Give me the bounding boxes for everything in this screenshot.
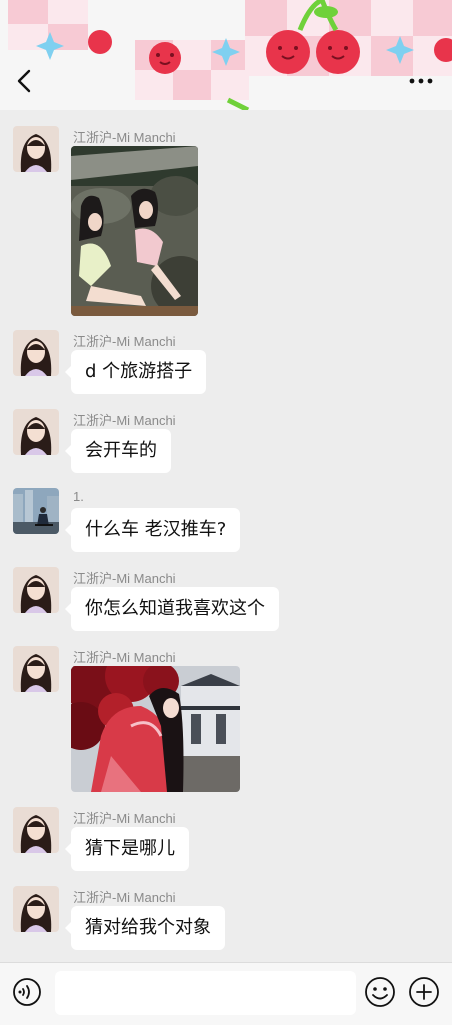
avatar[interactable] — [13, 409, 59, 455]
sender-name: 江浙沪-Mi Manchi — [73, 334, 176, 349]
image-message[interactable] — [71, 666, 240, 792]
girl-avatar-icon — [13, 126, 59, 172]
avatar[interactable] — [13, 126, 59, 172]
avatar[interactable] — [13, 330, 59, 376]
avatar[interactable] — [13, 807, 59, 853]
girl-avatar-icon — [13, 567, 59, 613]
photo-girl-in-hanfu — [71, 666, 240, 792]
avatar[interactable] — [13, 646, 59, 692]
text-bubble[interactable]: 猜对给我个对象 — [65, 906, 225, 950]
sender-name: 江浙沪-Mi Manchi — [73, 413, 176, 428]
sender-name: 江浙沪-Mi Manchi — [73, 811, 176, 826]
girl-avatar-icon — [13, 886, 59, 932]
girl-avatar-icon — [13, 807, 59, 853]
text-bubble[interactable]: 什么车 老汉推车? — [64, 508, 241, 552]
chevron-left-icon[interactable] — [12, 66, 38, 96]
text-bubble[interactable]: 你怎么知道我喜欢这个 — [65, 587, 279, 631]
text-bubble[interactable]: d 个旅游搭子 — [64, 350, 207, 394]
girl-avatar-icon — [13, 330, 59, 376]
sender-name: 江浙沪-Mi Manchi — [73, 650, 176, 665]
girl-avatar-icon — [13, 409, 59, 455]
text-bubble[interactable]: 猜下是哪儿 — [65, 827, 189, 871]
image-message[interactable] — [71, 146, 198, 316]
plus-icon[interactable] — [408, 976, 440, 1008]
voice-icon[interactable] — [12, 977, 42, 1007]
chat-message-list[interactable]: 江浙沪-Mi Manchi 江浙沪-Mi Manchi d 个旅游搭子 江浙沪-… — [0, 110, 452, 962]
text-bubble[interactable]: 会开车的 — [65, 429, 171, 473]
avatar[interactable] — [13, 886, 59, 932]
chat-header — [0, 0, 452, 110]
avatar[interactable] — [13, 488, 59, 534]
message-input[interactable] — [55, 971, 356, 1015]
cherry-gingham-decoration — [0, 0, 452, 110]
sender-name: 江浙沪-Mi Manchi — [73, 890, 176, 905]
city-man-avatar-icon — [13, 488, 59, 534]
photo-two-girls-on-rocks — [71, 146, 198, 316]
sender-name: 1. — [73, 489, 84, 504]
sender-name: 江浙沪-Mi Manchi — [73, 571, 176, 586]
sender-name: 江浙沪-Mi Manchi — [73, 130, 176, 145]
girl-avatar-icon — [13, 646, 59, 692]
emoji-icon[interactable] — [364, 976, 396, 1008]
avatar[interactable] — [13, 567, 59, 613]
more-dots-icon[interactable] — [406, 66, 436, 96]
input-bar — [0, 962, 452, 1025]
